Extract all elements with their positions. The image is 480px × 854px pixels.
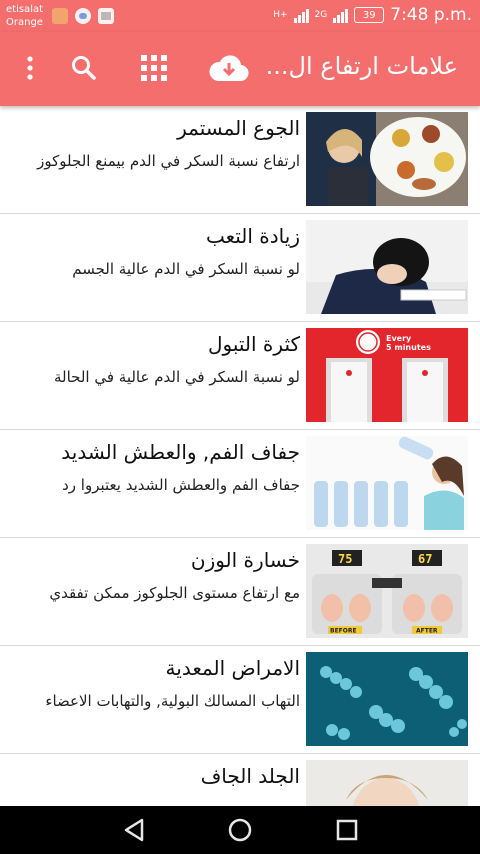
carrier-line-1: etisalat bbox=[6, 4, 44, 15]
item-title: كثرة التبول bbox=[207, 332, 300, 356]
cloud-download-icon bbox=[209, 55, 249, 82]
item-title: خسارة الوزن bbox=[190, 548, 300, 572]
thumbnail-dry-skin bbox=[306, 760, 468, 806]
list-item[interactable]: الجلد الجاف bbox=[0, 754, 480, 806]
thumb-text-every: Every bbox=[386, 334, 412, 343]
list-item[interactable]: الجوع المستمر ارتفاع نسبة السكر في الدم … bbox=[0, 106, 480, 214]
thumb-weight-before: 75 bbox=[338, 552, 352, 566]
clock: 7:48 p.m. bbox=[390, 5, 472, 25]
item-title: جفاف الفم, والعطش الشديد bbox=[61, 440, 300, 464]
app-bar: علامات ارتفاع ال... bbox=[0, 32, 480, 106]
list-item[interactable]: الامراض المعدية التهاب المسالك البولية, … bbox=[0, 646, 480, 754]
thumbnail-infections bbox=[306, 652, 468, 746]
app-title: علامات ارتفاع ال... bbox=[265, 52, 458, 80]
item-description: ارتفاع نسبة السكر في الدم بيمنع الجلوكوز bbox=[37, 152, 300, 170]
signal-icon-2 bbox=[333, 7, 349, 23]
signal-icon bbox=[293, 7, 309, 23]
symptoms-list: الجوع المستمر ارتفاع نسبة السكر في الدم … bbox=[0, 106, 480, 806]
back-button[interactable] bbox=[120, 816, 148, 844]
notification-app-icon bbox=[52, 8, 68, 24]
list-item[interactable]: Every 5 minutes كثرة التبول لو نسبة السك… bbox=[0, 322, 480, 430]
search-button[interactable] bbox=[68, 52, 100, 84]
list-item[interactable]: جفاف الفم, والعطش الشديد جفاف الفم والعط… bbox=[0, 430, 480, 538]
more-vert-icon bbox=[27, 56, 33, 80]
item-title: الجلد الجاف bbox=[200, 764, 300, 788]
item-description: جفاف الفم والعطش الشديد يعتبروا رد bbox=[62, 476, 300, 494]
item-title: الجوع المستمر bbox=[177, 116, 300, 140]
thumb-after-label: AFTER bbox=[416, 628, 438, 635]
list-item[interactable]: 75 67 BEFORE AFTER خسارة الوزن مع ارتفاع… bbox=[0, 538, 480, 646]
list-item[interactable]: زيادة التعب لو نسبة السكر في الدم عالية … bbox=[0, 214, 480, 322]
navigation-bar bbox=[0, 806, 480, 854]
thumbnail-thirst bbox=[306, 436, 468, 530]
download-button[interactable] bbox=[208, 52, 250, 84]
back-triangle-icon bbox=[124, 818, 144, 842]
item-description: التهاب المسالك البولية, والتهابات الاعضا… bbox=[45, 692, 300, 710]
recent-apps-button[interactable] bbox=[333, 816, 361, 844]
thumb-before-label: BEFORE bbox=[330, 628, 357, 635]
home-circle-icon bbox=[228, 818, 252, 842]
thumbnail-fatigue bbox=[306, 220, 468, 314]
item-description: لو نسبة السكر في الدم عالية في الحالة bbox=[53, 368, 300, 386]
thumbnail-hunger bbox=[306, 112, 468, 206]
thumbnail-urination: Every 5 minutes bbox=[306, 328, 468, 422]
search-icon bbox=[72, 56, 96, 80]
item-title: زيادة التعب bbox=[205, 224, 300, 248]
item-description: لو نسبة السكر في الدم عالية الجسم bbox=[72, 260, 300, 278]
thumb-weight-after: 67 bbox=[418, 552, 432, 566]
home-button[interactable] bbox=[226, 816, 254, 844]
messenger-icon bbox=[75, 8, 91, 24]
status-bar: etisalat Orange H+ 2G 39 7:48 p.m. bbox=[0, 0, 480, 32]
apps-grid-icon bbox=[141, 55, 167, 81]
network-type-2g: 2G bbox=[314, 9, 328, 20]
network-type-hplus: H+ bbox=[273, 9, 288, 20]
carrier-line-2: Orange bbox=[6, 17, 43, 28]
thumbnail-weight-loss: 75 67 BEFORE AFTER bbox=[306, 544, 468, 638]
item-title: الامراض المعدية bbox=[165, 656, 300, 680]
thumb-text-minutes: 5 minutes bbox=[386, 343, 431, 352]
recent-square-icon bbox=[336, 819, 358, 841]
item-description: مع ارتفاع مستوى الجلوكوز ممكن تفقدي bbox=[49, 584, 300, 602]
battery-icon: 39 bbox=[354, 7, 385, 23]
apps-grid-button[interactable] bbox=[138, 52, 170, 84]
carrier-label: etisalat Orange bbox=[6, 3, 43, 29]
more-options-button[interactable] bbox=[14, 52, 46, 84]
image-notification-icon bbox=[98, 8, 114, 24]
